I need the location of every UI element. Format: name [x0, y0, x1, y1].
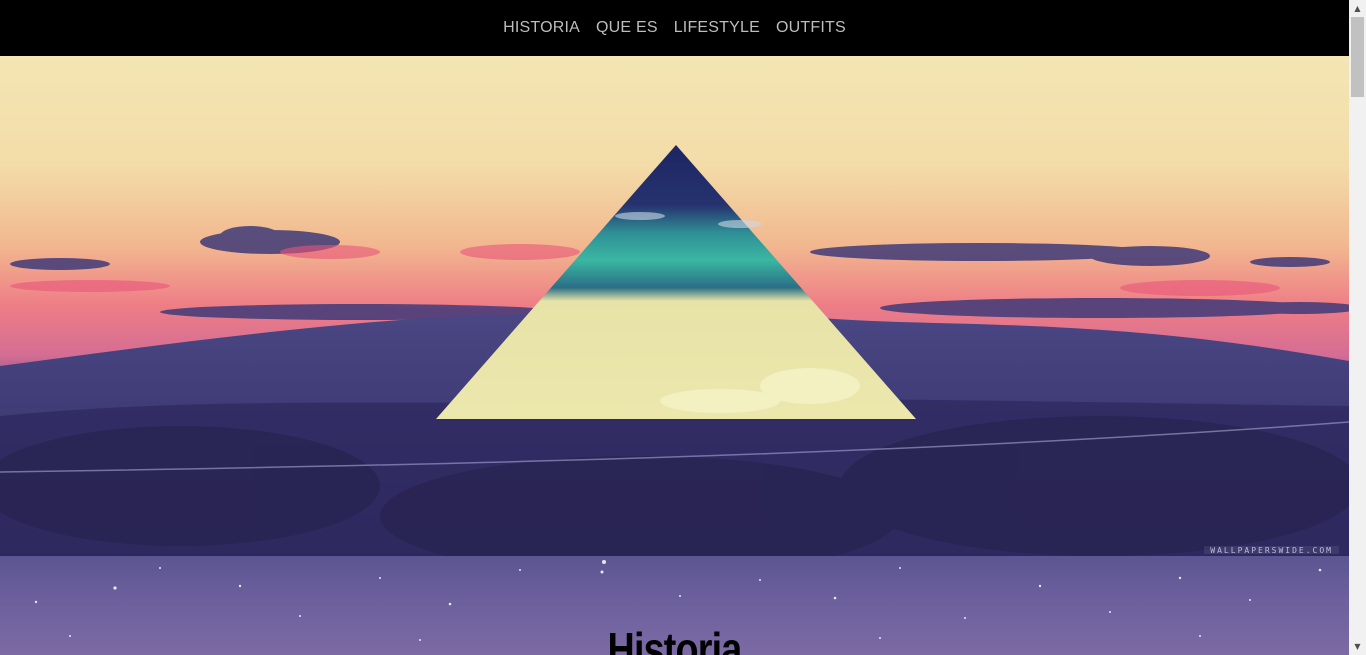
page: HISTORIA QUE ES LIFESTYLE OUTFITS WALLPA…: [0, 0, 1349, 655]
section-title: Historia: [607, 623, 743, 655]
hero-background-image: [0, 56, 1349, 556]
scrollbar-thumb[interactable]: [1351, 17, 1364, 97]
nav-link-outfits[interactable]: OUTFITS: [776, 19, 846, 37]
vertical-scrollbar[interactable]: ▲ ▼: [1349, 0, 1366, 655]
scroll-up-icon[interactable]: ▲: [1349, 0, 1366, 17]
scroll-down-icon[interactable]: ▼: [1349, 638, 1366, 655]
nav-link-historia[interactable]: HISTORIA: [503, 19, 580, 37]
top-nav: HISTORIA QUE ES LIFESTYLE OUTFITS: [0, 0, 1349, 56]
nav-link-que-es[interactable]: QUE ES: [596, 19, 658, 37]
watermark: WALLPAPERSWIDE.COM: [1204, 546, 1339, 555]
historia-section: Historia: [0, 556, 1349, 655]
nav-link-lifestyle[interactable]: LIFESTYLE: [674, 19, 760, 37]
hero-banner: WALLPAPERSWIDE.COM: [0, 56, 1349, 556]
